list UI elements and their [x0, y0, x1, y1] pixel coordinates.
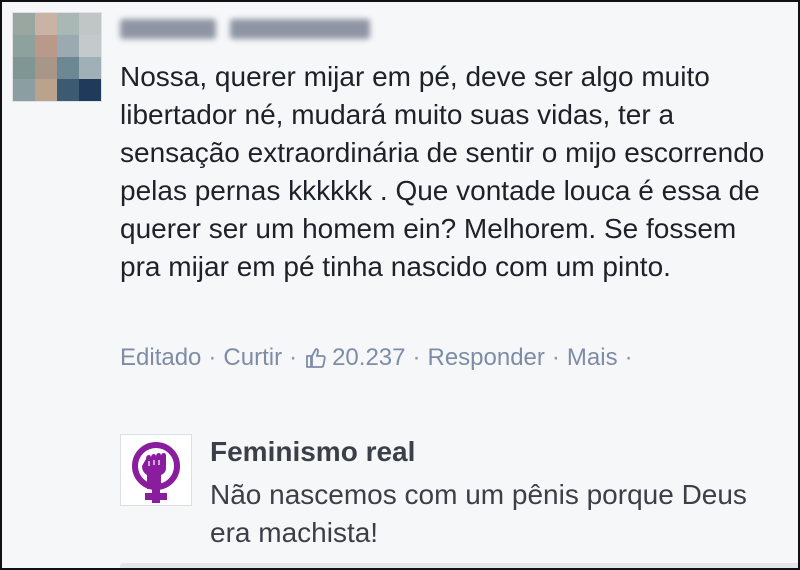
- author-name-blurred[interactable]: [120, 16, 372, 42]
- separator: ·: [624, 344, 633, 371]
- more-button[interactable]: Mais: [567, 344, 618, 372]
- facebook-comment-screenshot: Nossa, querer mijar em pé, deve ser algo…: [0, 0, 800, 570]
- reply-button[interactable]: Responder: [427, 344, 544, 372]
- next-item-edge: [120, 563, 798, 568]
- avatar[interactable]: [12, 12, 102, 102]
- separator: ·: [208, 344, 217, 371]
- feminist-fist-venus-icon[interactable]: [120, 434, 192, 506]
- like-button[interactable]: Curtir: [223, 344, 282, 372]
- page-name[interactable]: Feminismo real: [210, 436, 415, 468]
- edited-link[interactable]: Editado: [120, 344, 201, 372]
- separator: ·: [289, 344, 298, 371]
- separator: ·: [551, 344, 560, 371]
- thumbs-up-icon[interactable]: [304, 346, 328, 370]
- comment-text: Nossa, querer mijar em pé, deve ser algo…: [120, 61, 765, 282]
- like-count[interactable]: 20.237: [332, 344, 405, 372]
- reply-text: Não nascemos com um pênis porque Deus er…: [210, 479, 747, 548]
- comment-actions: Editado · Curtir · 20.237 · Responder · …: [120, 344, 640, 372]
- separator: ·: [412, 344, 421, 371]
